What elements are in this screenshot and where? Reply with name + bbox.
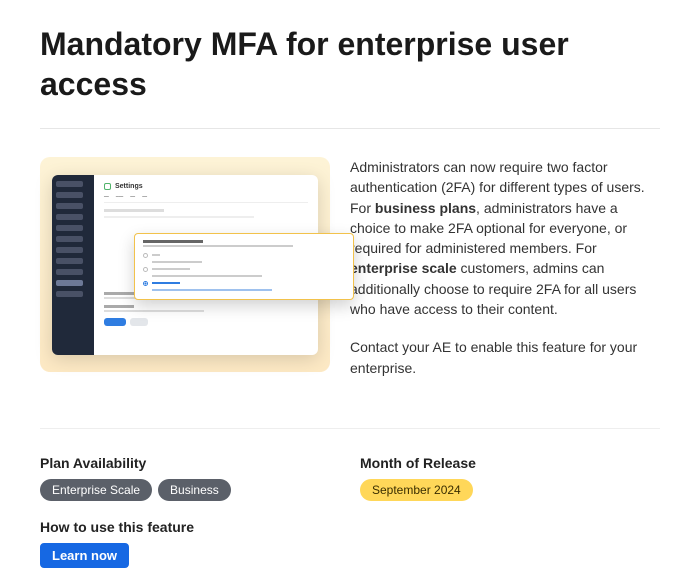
howto-heading: How to use this feature [40,519,340,535]
mock-sidebar [52,175,94,355]
month-of-release: Month of Release September 2024 [360,455,660,568]
mock-secondary-btn [130,318,148,326]
intro-row: Settings ━━ ━━━ ━━ ━━ [40,157,660,396]
mock-settings-title: Settings [104,183,308,190]
plan-availability: Plan Availability Enterprise Scale Busin… [40,455,340,568]
page-title: Mandatory MFA for enterprise user access [40,24,660,104]
desc-paragraph-2: Contact your AE to enable this feature f… [350,337,660,378]
plan-heading: Plan Availability [40,455,340,471]
desc-paragraph-1: Administrators can now require two facto… [350,157,660,319]
mock-tabs: ━━ ━━━ ━━ ━━ [104,194,308,203]
divider [40,428,660,429]
desc-bold-business: business plans [375,200,476,216]
plan-badges: Enterprise Scale Business [40,479,340,501]
plan-badge-business: Business [158,479,231,501]
plan-badge-enterprise: Enterprise Scale [40,479,152,501]
mock-main: Settings ━━ ━━━ ━━ ━━ [94,175,318,355]
illustration-card: Settings ━━ ━━━ ━━ ━━ [40,157,330,372]
meta-row: Plan Availability Enterprise Scale Busin… [40,455,660,568]
release-badge: September 2024 [360,479,473,501]
mock-settings-label: Settings [115,183,143,190]
settings-window-mock: Settings ━━ ━━━ ━━ ━━ [52,175,318,355]
mock-2fa-callout [134,233,354,300]
mock-primary-btn [104,318,126,326]
description: Administrators can now require two facto… [350,157,660,396]
release-heading: Month of Release [360,455,660,471]
divider [40,128,660,129]
learn-now-button[interactable]: Learn now [40,543,129,568]
gear-icon [104,183,111,190]
desc-bold-enterprise: enterprise scale [350,260,457,276]
